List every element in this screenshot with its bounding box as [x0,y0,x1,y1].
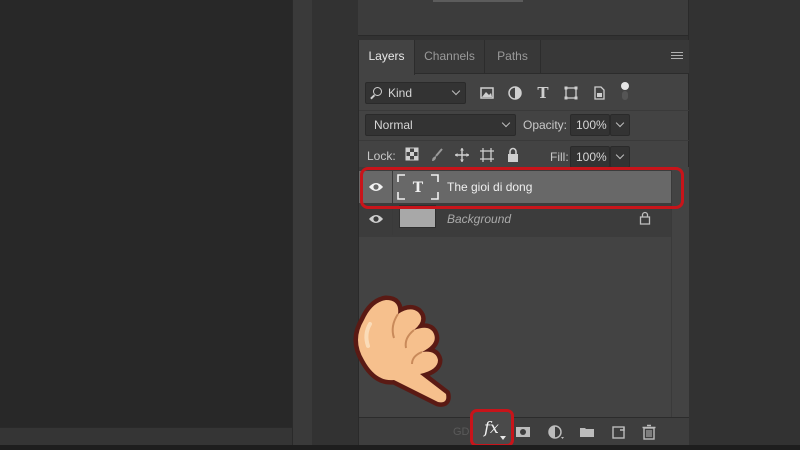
link-layers-icon[interactable]: GD [453,424,470,440]
new-group-folder-icon[interactable] [579,424,595,440]
fill-label: Fill: [550,150,569,164]
layers-panel-toolbar: GD [359,417,689,445]
delete-layer-trash-icon[interactable] [641,424,657,440]
fill-dropdown-button[interactable] [610,146,630,168]
upper-panel [358,0,688,36]
fill-input[interactable]: 100% [570,146,610,168]
lock-position-icon[interactable] [454,147,470,163]
filter-kind-label: Kind [388,86,413,100]
filter-kind-select[interactable]: Kind [365,82,466,104]
tab-channels[interactable]: Channels [415,40,485,74]
tab-layers[interactable]: Layers [359,40,415,75]
pixel-filter-icon[interactable] [479,85,495,101]
chevron-down-icon [451,86,461,96]
photoshop-workspace: Layers Channels Paths Kind T Normal Opac… [0,0,800,450]
type-filter-icon[interactable]: T [535,85,551,101]
dropdown-triangle-icon [500,436,506,440]
panel-tab-bar: Layers Channels Paths [359,40,689,75]
tab-paths[interactable]: Paths [485,40,541,74]
search-icon [373,87,382,96]
pointing-hand-icon [353,295,451,407]
blend-mode-select[interactable]: Normal [365,114,516,136]
lock-transparent-pixels-icon[interactable] [404,147,420,163]
add-layer-style-fx-button[interactable]: fx [470,409,514,447]
new-adjustment-layer-icon[interactable] [547,424,564,440]
shape-filter-icon[interactable] [563,85,579,101]
lock-image-pixels-icon[interactable] [429,147,445,163]
new-layer-icon[interactable] [611,424,627,440]
selected-layer-highlight [360,167,684,209]
chevron-down-icon [501,118,511,128]
panel-menu-icon[interactable] [671,52,683,61]
status-bar [0,445,800,450]
add-layer-mask-icon[interactable] [515,424,531,440]
fx-icon: fx [484,418,499,437]
chevron-down-icon [615,118,625,128]
document-canvas-area[interactable] [0,0,292,427]
lock-all-icon[interactable] [505,147,521,163]
smart-object-filter-icon[interactable] [591,85,607,101]
layer-name[interactable]: Background [447,212,511,226]
blend-mode-value: Normal [374,118,413,132]
panel-divider [292,0,312,445]
lock-icon [639,211,651,225]
opacity-label: Opacity: [523,118,568,132]
filter-toggle-switch[interactable] [621,82,629,100]
horizontal-scrollbar[interactable] [0,427,312,445]
lock-label: Lock: [367,149,396,163]
opacity-input[interactable]: 100% [570,114,610,136]
visibility-eye-icon[interactable] [368,213,384,225]
chevron-down-icon [615,150,625,160]
right-dock-area [688,0,800,445]
lock-artboard-icon[interactable] [479,147,495,163]
upper-panel-scroll-thumb[interactable] [433,0,523,2]
opacity-dropdown-button[interactable] [610,114,630,136]
adjustment-filter-icon[interactable] [507,85,523,101]
